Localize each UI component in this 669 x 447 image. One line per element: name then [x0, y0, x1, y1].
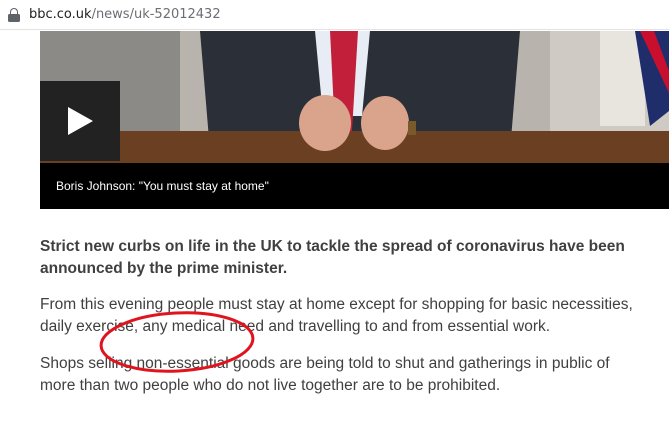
video-caption: Boris Johnson: "You must stay at home"	[40, 163, 669, 209]
video-player[interactable]: Boris Johnson: "You must stay at home"	[40, 31, 669, 209]
url-host: bbc.co.uk	[29, 7, 92, 22]
video-still	[40, 31, 669, 163]
article-paragraph: Shops selling non-essential goods are be…	[40, 355, 610, 394]
lock-icon[interactable]	[8, 7, 20, 22]
article-paragraph: From this evening people must stay at ho…	[40, 296, 633, 335]
article-body: Strict new curbs on life in the UK to ta…	[40, 236, 640, 412]
article-lead: Strict new curbs on life in the UK to ta…	[40, 238, 625, 277]
play-button[interactable]	[40, 81, 120, 161]
url-path: /news/uk-52012432	[91, 7, 221, 22]
play-icon	[68, 107, 93, 135]
address-bar[interactable]: bbc.co.uk/news/uk-52012432	[0, 0, 669, 30]
